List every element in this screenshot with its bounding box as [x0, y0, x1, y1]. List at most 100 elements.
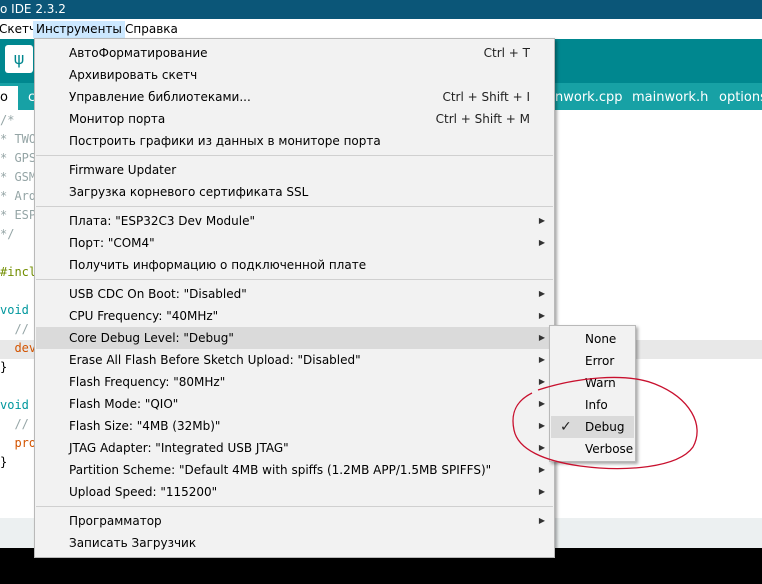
code-line: dev [0, 341, 37, 355]
code-line: } [0, 360, 8, 374]
tools-menu: АвтоФорматирование Ctrl + T Архивировать с… [34, 38, 555, 558]
menu-item-shortcut: Ctrl + Shift + I [442, 90, 530, 104]
menu-item-label: Порт: "COM4" [69, 236, 155, 250]
tools-menu-item[interactable]: Firmware Updater [36, 159, 553, 181]
code-line: * GSM [0, 170, 37, 184]
checkmark-icon: ✓ [560, 419, 572, 435]
submenu-arrow-icon: ▶ [538, 311, 545, 320]
tab-mainwork-cpp[interactable]: nwork.cpp [545, 86, 633, 110]
code-line: void [0, 398, 29, 412]
tools-menu-item[interactable]: Upload Speed: "115200" ▶ [36, 481, 553, 503]
tools-menu-item[interactable]: Порт: "COM4" ▶ [36, 232, 553, 254]
tools-menu-item[interactable]: Получить информацию о подключенной плате [36, 254, 553, 276]
submenu-arrow-icon: ▶ [538, 516, 545, 525]
tools-menu-item[interactable]: Flash Mode: "QIO" ▶ [36, 393, 553, 415]
menu-bar: Скетч Инструменты Справка [0, 19, 762, 39]
tools-menu-item[interactable]: Partition Scheme: "Default 4MB with spif… [36, 459, 553, 481]
menu-item-label: USB CDC On Boot: "Disabled" [69, 287, 247, 301]
submenu-arrow-icon: ▶ [538, 238, 545, 247]
menu-item-label: Flash Size: "4MB (32Mb)" [69, 419, 221, 433]
tab-main[interactable]: o [0, 86, 18, 110]
code-line: */ [0, 227, 15, 241]
debug-level-option[interactable]: None [551, 328, 634, 350]
debug-level-option[interactable]: Warn [551, 372, 634, 394]
code-line: } [0, 455, 8, 469]
submenu-arrow-icon: ▶ [538, 487, 545, 496]
debug-level-option[interactable]: Info [551, 394, 634, 416]
submenu-arrow-icon: ▶ [538, 216, 545, 225]
menu-item-label: Получить информацию о подключенной плате [69, 258, 367, 272]
tools-menu-item[interactable]: Загрузка корневого сертификата SSL [36, 181, 553, 203]
menu-item-label: Flash Frequency: "80MHz" [69, 375, 226, 389]
submenu-arrow-icon: ▶ [538, 289, 545, 298]
submenu-arrow-icon: ▶ [538, 421, 545, 430]
submenu-arrow-icon: ▶ [538, 443, 545, 452]
code-line: // [0, 417, 29, 431]
code-line: * GPS [0, 151, 37, 165]
menu-item-label: Монитор порта [69, 112, 166, 126]
debug-level-label: Warn [585, 376, 616, 390]
submenu-arrow-icon: ▶ [538, 333, 545, 342]
menu-item-label: Управление библиотеками... [69, 90, 251, 104]
tools-menu-item[interactable]: Программатор ▶ [36, 510, 553, 532]
code-line: * ESP [0, 208, 37, 222]
menu-item-label: Загрузка корневого сертификата SSL [69, 185, 309, 199]
tools-menu-item[interactable]: Flash Size: "4MB (32Mb)" ▶ [36, 415, 553, 437]
tools-menu-item[interactable]: JTAG Adapter: "Integrated USB JTAG" ▶ [36, 437, 553, 459]
debug-level-option[interactable]: Verbose [551, 438, 634, 460]
debug-level-option[interactable]: Error [551, 350, 634, 372]
usb-icon[interactable]: ψ [5, 45, 33, 73]
tools-menu-item[interactable]: CPU Frequency: "40MHz" ▶ [36, 305, 553, 327]
tab-options[interactable]: options [709, 86, 762, 110]
title-bar: o IDE 2.3.2 [0, 0, 762, 19]
tab-mainwork-h[interactable]: mainwork.h [622, 86, 719, 110]
debug-level-label: Error [585, 354, 615, 368]
code-line: * Ard [0, 189, 37, 203]
menu-separator [36, 155, 553, 156]
code-line: pro [0, 436, 37, 450]
menu-item-label: Программатор [69, 514, 162, 528]
tools-menu-item[interactable]: Построить графики из данных в мониторе п… [36, 130, 553, 152]
tools-menu-item[interactable]: Erase All Flash Before Sketch Upload: "D… [36, 349, 553, 371]
tools-menu-item[interactable]: АвтоФорматирование Ctrl + T [36, 42, 553, 64]
tools-menu-item[interactable]: Записать Загрузчик [36, 532, 553, 554]
menu-item-label: Partition Scheme: "Default 4MB with spif… [69, 463, 492, 477]
menu-item-label: Flash Mode: "QIO" [69, 397, 179, 411]
menu-item-label: Построить графики из данных в мониторе п… [69, 134, 381, 148]
code-line: // [0, 322, 29, 336]
debug-level-submenu: None Error Warn Info ✓ Debug Verbose [549, 325, 636, 462]
menu-tools[interactable]: Инструменты [33, 21, 125, 38]
submenu-arrow-icon: ▶ [538, 355, 545, 364]
menu-help[interactable]: Справка [122, 21, 181, 38]
tools-menu-item[interactable]: Монитор порта Ctrl + Shift + M [36, 108, 553, 130]
debug-level-label: Info [585, 398, 608, 412]
debug-level-option[interactable]: ✓ Debug [551, 416, 634, 438]
tools-menu-item[interactable]: Плата: "ESP32C3 Dev Module" ▶ [36, 210, 553, 232]
tools-menu-item[interactable]: Flash Frequency: "80MHz" ▶ [36, 371, 553, 393]
menu-item-label: CPU Frequency: "40MHz" [69, 309, 219, 323]
menu-item-label: Upload Speed: "115200" [69, 485, 218, 499]
menu-item-label: JTAG Adapter: "Integrated USB JTAG" [69, 441, 289, 455]
window-title: o IDE 2.3.2 [0, 2, 66, 16]
menu-item-shortcut: Ctrl + Shift + M [435, 112, 530, 126]
submenu-arrow-icon: ▶ [538, 465, 545, 474]
tools-menu-item[interactable]: Core Debug Level: "Debug" ▶ [36, 327, 553, 349]
menu-item-label: Архивировать скетч [69, 68, 198, 82]
tools-menu-item[interactable]: USB CDC On Boot: "Disabled" ▶ [36, 283, 553, 305]
debug-level-label: None [585, 332, 617, 346]
tools-menu-item[interactable]: Архивировать скетч [36, 64, 553, 86]
debug-level-label: Verbose [585, 442, 634, 456]
submenu-arrow-icon: ▶ [538, 377, 545, 386]
debug-level-label: Debug [585, 420, 625, 434]
menu-item-label: Erase All Flash Before Sketch Upload: "D… [69, 353, 361, 367]
submenu-arrow-icon: ▶ [538, 399, 545, 408]
menu-item-label: АвтоФорматирование [69, 46, 208, 60]
code-line: #incl [0, 265, 37, 279]
menu-item-label: Плата: "ESP32C3 Dev Module" [69, 214, 255, 228]
tools-menu-item[interactable]: Управление библиотеками... Ctrl + Shift +… [36, 86, 553, 108]
menu-separator [36, 279, 553, 280]
code-line: void [0, 303, 29, 317]
menu-separator [36, 506, 553, 507]
menu-separator [36, 206, 553, 207]
menu-item-label: Core Debug Level: "Debug" [69, 331, 234, 345]
